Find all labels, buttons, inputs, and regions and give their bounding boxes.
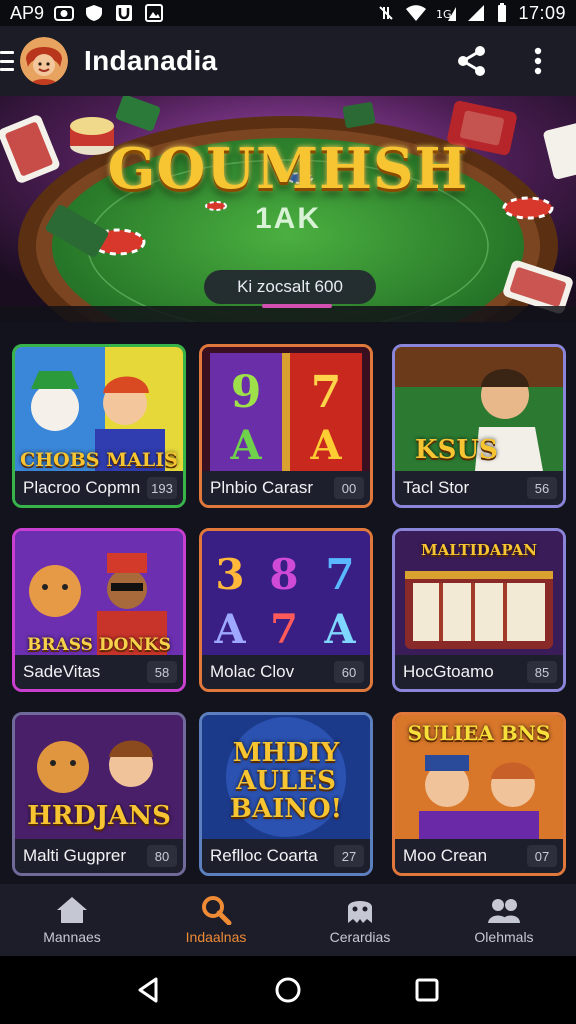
game-title: SadeVitas [23, 662, 101, 681]
game-card[interactable]: KSUS Tacl Stor 56 [392, 344, 566, 508]
shield-notification-icon [86, 5, 103, 21]
game-art-title: BRASS DONKS [27, 635, 171, 655]
game-badge: 80 [147, 845, 177, 867]
game-title: Plnbio Carasr [210, 478, 313, 497]
game-title: HocGtoamo [403, 662, 494, 681]
nav-label: Indaalnas [185, 929, 247, 945]
game-badge: 00 [334, 477, 364, 499]
game-badge: 27 [334, 845, 364, 867]
svg-text:A: A [213, 606, 246, 653]
svg-text:9: 9 [231, 367, 262, 418]
carrier-text: AP9 [10, 2, 45, 23]
game-card[interactable]: MALTIDAPAN HocGtoamo 85 [392, 528, 566, 692]
avatar[interactable] [20, 37, 68, 85]
game-card[interactable]: HRDJANS Malti Gugprer 80 [12, 712, 186, 876]
more-vert-icon[interactable] [522, 45, 554, 77]
hero-pill-button[interactable]: Ki zocsalt 600 [204, 270, 376, 304]
svg-text:3: 3 [215, 550, 244, 599]
nav-item-people[interactable]: Olehmals [432, 884, 576, 956]
game-badge: 60 [334, 661, 364, 683]
game-badge: 85 [527, 661, 557, 683]
game-art-title: KSUS [415, 435, 498, 465]
hero-pill-indicator [262, 304, 332, 308]
game-badge: 193 [147, 477, 177, 499]
game-card[interactable]: 3 8 7 A 7 A Molac Clov 60 [199, 528, 373, 692]
nfc-icon [379, 6, 394, 20]
back-icon[interactable] [134, 975, 164, 1005]
camera-notification-icon [54, 6, 75, 21]
people-icon [488, 899, 520, 923]
nav-label: Cerardias [329, 929, 391, 945]
clock: 17:09 [518, 2, 566, 23]
menu-icon[interactable] [0, 51, 14, 71]
home-icon [57, 897, 87, 923]
game-card[interactable]: SULIEA BNS Moo Crean 07 [392, 712, 566, 876]
game-art-title: MALTIDAPAN [421, 541, 537, 559]
game-badge: 56 [527, 477, 557, 499]
game-art-title: CHOBS MALIS [20, 449, 178, 471]
svg-text:A: A [309, 422, 342, 469]
nav-item-home[interactable]: Mannaes [0, 884, 144, 956]
hero-banner[interactable]: GOUMHSH 1AK Ki zocsalt 600 [0, 96, 576, 322]
game-art-title: SULIEA BNS [407, 721, 551, 745]
game-badge: 58 [147, 661, 177, 683]
app-title: Indanadia [84, 45, 218, 76]
u-notification-icon [116, 5, 133, 21]
svg-text:7: 7 [325, 550, 354, 599]
game-card[interactable]: 9 7 A A Plnbio Carasr 00 [199, 344, 373, 508]
game-card[interactable]: CHOBS MALIS Placroo Copmn 193 [12, 344, 186, 508]
game-title: Tacl Stor [403, 478, 470, 497]
game-title: Placroo Copmn [23, 478, 141, 497]
home-circle-icon[interactable] [273, 975, 303, 1005]
nav-label: Mannaes [43, 929, 101, 945]
game-art: 9 7 A A [202, 347, 370, 471]
signal-data-icon: 1G [436, 7, 457, 21]
game-art-title: HRDJANS [27, 801, 171, 831]
svg-text:8: 8 [269, 550, 298, 599]
svg-text:A: A [323, 606, 356, 653]
hero-title: GOUMHSH [107, 136, 469, 202]
search-icon [202, 896, 232, 925]
game-title: Malti Gugprer [23, 846, 126, 865]
game-badge: 07 [527, 845, 557, 867]
game-art-title: MHDIY AULES BAINO! [229, 738, 343, 824]
game-title: Reflloc Coarta [210, 846, 318, 865]
battery-icon [498, 3, 507, 22]
game-art: 3 8 7 A 7 A [202, 531, 370, 655]
share-icon[interactable] [456, 45, 488, 77]
nav-item-search[interactable]: Indaalnas [144, 884, 288, 956]
svg-text:7: 7 [311, 367, 342, 418]
game-card[interactable]: MHDIY AULES BAINO! Reflloc Coarta 27 [199, 712, 373, 876]
photo-notification-icon [145, 4, 164, 22]
wifi-icon [406, 5, 427, 21]
ghost-icon [348, 901, 372, 923]
nav-item-ghost[interactable]: Cerardias [288, 884, 432, 956]
game-title: Molac Clov [210, 662, 295, 681]
bottom-navigation: Mannaes Indaalnas Cerardias Olehmals [0, 884, 576, 956]
system-navigation-bar [0, 956, 576, 1024]
svg-text:A: A [229, 422, 262, 469]
game-title: Moo Crean [403, 846, 488, 865]
svg-text:7: 7 [270, 606, 298, 653]
status-bar: AP9 1G 17:09 [0, 0, 576, 26]
signal-icon [468, 5, 485, 21]
app-bar: Indanadia [0, 26, 576, 96]
nav-label: Olehmals [474, 929, 534, 945]
hero-subtitle: 1AK [254, 202, 321, 235]
recents-icon[interactable] [412, 975, 442, 1005]
game-card[interactable]: BRASS DONKS SadeVitas 58 [12, 528, 186, 692]
